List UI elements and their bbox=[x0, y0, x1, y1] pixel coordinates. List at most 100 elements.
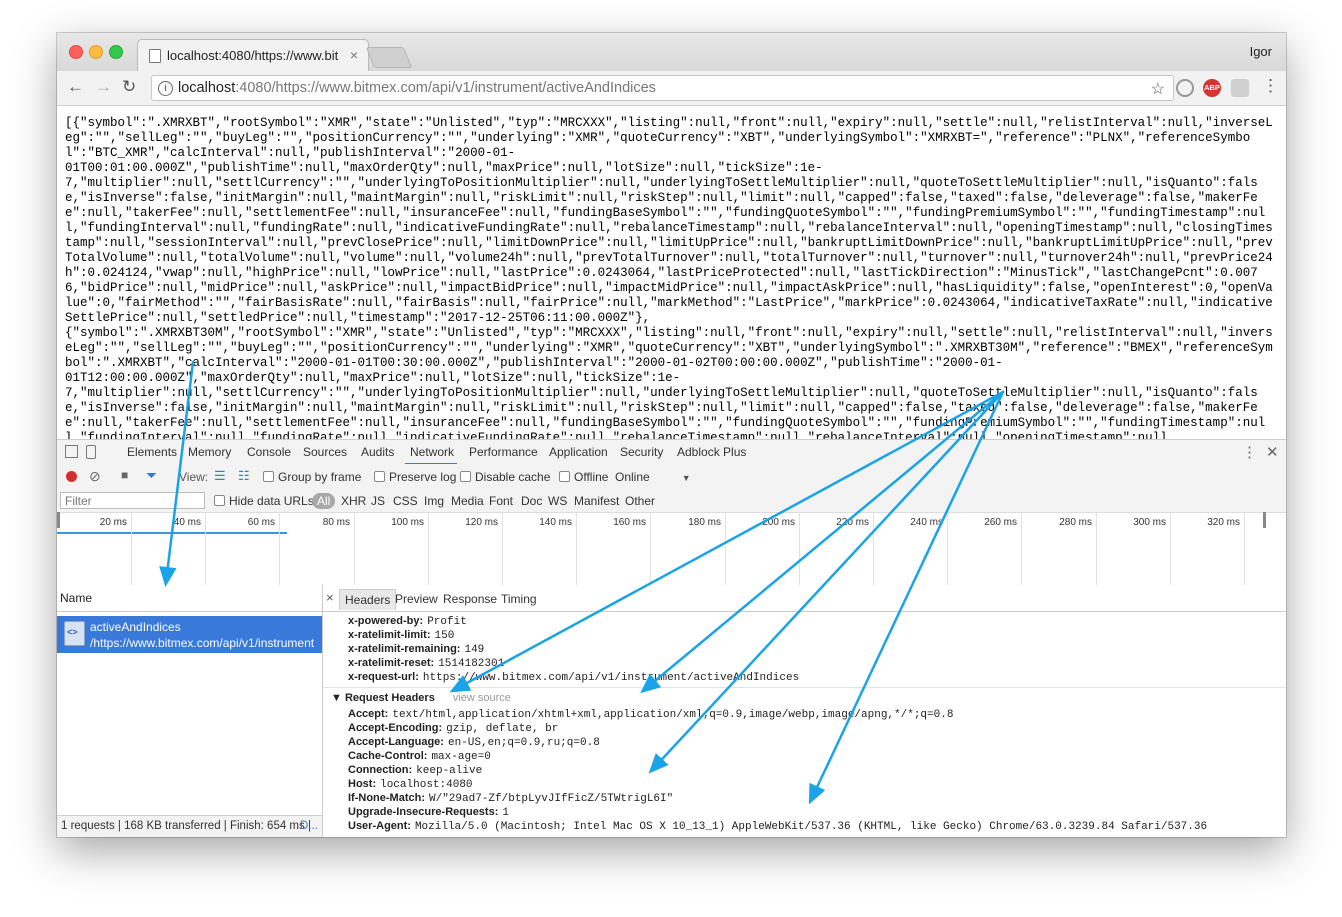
timeline-tick-label: 200 ms bbox=[762, 517, 795, 528]
tab-application[interactable]: Application bbox=[549, 445, 608, 459]
tab-title: localhost:4080/https://www.bit bbox=[167, 48, 339, 63]
filter-font[interactable]: Font bbox=[489, 494, 513, 508]
filter-other[interactable]: Other bbox=[625, 494, 655, 508]
zoom-window-button[interactable] bbox=[109, 45, 123, 59]
preserve-log-label: Preserve log bbox=[389, 470, 457, 484]
page-icon bbox=[149, 49, 161, 63]
timeline-gridline bbox=[873, 512, 874, 585]
devtools-close-icon[interactable]: ✕ bbox=[1266, 443, 1279, 461]
disable-cache-label: Disable cache bbox=[475, 470, 551, 484]
filter-placeholder: Filter bbox=[65, 494, 92, 508]
network-summary-text: 1 requests | 168 KB transferred | Finish… bbox=[61, 820, 311, 832]
new-tab-button[interactable] bbox=[365, 47, 413, 68]
tab-headers[interactable]: Headers bbox=[339, 589, 397, 610]
filter-ws[interactable]: WS bbox=[548, 494, 567, 508]
tab-performance[interactable]: Performance bbox=[469, 445, 538, 459]
tab-security[interactable]: Security bbox=[620, 445, 663, 459]
detail-tab-bar: × Headers Preview Response Timing bbox=[323, 585, 1286, 612]
request-headers-section-title[interactable]: ▼ Request Headers view source bbox=[331, 692, 511, 704]
browser-tab[interactable]: localhost:4080/https://www.bit × bbox=[137, 39, 369, 71]
inspect-element-icon[interactable] bbox=[65, 445, 78, 458]
waterfall-icon[interactable]: ☷ bbox=[238, 468, 250, 484]
browser-menu-icon[interactable]: ⋮ bbox=[1262, 76, 1279, 96]
network-summary-bar: 1 requests | 168 KB transferred | Finish… bbox=[57, 815, 322, 837]
header-line: Accept-Language: en-US,en;q=0.9,ru;q=0.8 bbox=[348, 736, 600, 749]
hide-data-urls-checkbox[interactable]: Hide data URLs bbox=[214, 494, 314, 508]
devtools-menu-icon[interactable]: ⋮ bbox=[1242, 443, 1257, 461]
network-overview-timeline[interactable]: 20 ms 40 ms 60 ms 80 ms 100 ms 120 ms 140 ms 16… bbox=[57, 512, 1286, 586]
bookmark-star-icon[interactable]: ☆ bbox=[1151, 79, 1165, 99]
preserve-log-checkbox[interactable]: Preserve log bbox=[374, 470, 456, 484]
devtools-panel: Elements Memory Console Sources Audits N… bbox=[57, 439, 1286, 837]
screenshot-camera-icon[interactable]: ■ bbox=[121, 468, 128, 482]
timeline-tick-label: 220 ms bbox=[836, 517, 869, 528]
large-rows-icon[interactable]: ☰ bbox=[214, 468, 226, 484]
timeline-gridline bbox=[1244, 512, 1245, 585]
timeline-tick-label: 260 ms bbox=[984, 517, 1017, 528]
header-line: x-powered-by: Profit bbox=[348, 615, 467, 628]
profile-name[interactable]: Igor bbox=[1250, 44, 1272, 59]
header-line: Connection: keep-alive bbox=[348, 764, 483, 777]
filter-bar: Filter Hide data URLs All XHR JS CSS Img… bbox=[57, 490, 1286, 513]
view-source-link[interactable]: view source bbox=[453, 692, 511, 704]
header-line: User-Agent: Mozilla/5.0 (Macintosh; Intel… bbox=[348, 820, 1208, 833]
filter-all[interactable]: All bbox=[312, 493, 336, 509]
filter-js[interactable]: JS bbox=[371, 494, 385, 508]
filter-xhr[interactable]: XHR bbox=[341, 494, 366, 508]
timeline-gridline bbox=[725, 512, 726, 585]
name-header-label: Name bbox=[60, 591, 93, 605]
tab-response[interactable]: Response bbox=[443, 592, 497, 606]
disable-cache-checkbox[interactable]: Disable cache bbox=[460, 470, 550, 484]
tab-adblock-plus[interactable]: Adblock Plus bbox=[677, 445, 746, 459]
tab-audits[interactable]: Audits bbox=[361, 445, 394, 459]
request-row[interactable]: <> activeAndIndices /https://www.bitmex.… bbox=[57, 616, 322, 653]
request-path: /https://www.bitmex.com/api/v1/instrumen… bbox=[90, 636, 315, 650]
reload-icon[interactable]: ↻ bbox=[122, 77, 136, 97]
offline-checkbox[interactable]: Offline bbox=[559, 470, 608, 484]
timeline-tick-label: 300 ms bbox=[1133, 517, 1166, 528]
overview-right-handle[interactable] bbox=[1263, 512, 1266, 528]
address-bar[interactable]: i localhost:4080/https://www.bitmex.com/… bbox=[151, 75, 1174, 101]
filter-funnel-icon[interactable]: ⏷ bbox=[146, 467, 157, 484]
throttling-select[interactable]: Online ▼ bbox=[615, 470, 691, 484]
filter-img[interactable]: Img bbox=[424, 494, 444, 508]
clear-icon[interactable]: ⊘ bbox=[89, 468, 101, 485]
request-list: Name <> activeAndIndices /https://www.bi… bbox=[57, 585, 323, 837]
filter-doc[interactable]: Doc bbox=[521, 494, 542, 508]
url-host: localhost bbox=[178, 80, 236, 96]
adblock-plus-icon[interactable]: ABP bbox=[1203, 79, 1221, 97]
extension-icon[interactable] bbox=[1231, 79, 1249, 97]
dom-content-loaded-link[interactable]: D... bbox=[300, 820, 318, 832]
name-column-header[interactable]: Name bbox=[57, 585, 322, 612]
globe-extension-icon[interactable] bbox=[1176, 79, 1194, 97]
filter-media[interactable]: Media bbox=[451, 494, 484, 508]
overview-request-bar bbox=[57, 532, 287, 534]
request-detail-pane: × Headers Preview Response Timing x-powe… bbox=[323, 585, 1286, 837]
timeline-tick-label: 80 ms bbox=[322, 517, 350, 528]
record-icon[interactable] bbox=[66, 471, 77, 482]
tab-sources[interactable]: Sources bbox=[303, 445, 347, 459]
tab-elements[interactable]: Elements bbox=[127, 445, 177, 459]
device-toolbar-icon[interactable] bbox=[86, 445, 96, 459]
header-line: Cache-Control: max-age=0 bbox=[348, 750, 491, 763]
filter-input[interactable]: Filter bbox=[60, 492, 205, 509]
forward-icon[interactable]: → bbox=[95, 77, 112, 97]
header-line: x-ratelimit-remaining: 149 bbox=[348, 643, 485, 656]
back-icon[interactable]: ← bbox=[67, 77, 84, 97]
overview-left-handle[interactable] bbox=[57, 512, 60, 528]
tab-timing[interactable]: Timing bbox=[501, 592, 537, 606]
tab-network[interactable]: Network bbox=[410, 445, 454, 459]
close-window-button[interactable] bbox=[69, 45, 83, 59]
filter-css[interactable]: CSS bbox=[393, 494, 418, 508]
minimize-window-button[interactable] bbox=[89, 45, 103, 59]
header-line: Accept: text/html,application/xhtml+xml,a… bbox=[348, 708, 954, 721]
info-icon[interactable]: i bbox=[158, 81, 173, 96]
tab-memory[interactable]: Memory bbox=[188, 445, 231, 459]
tab-preview[interactable]: Preview bbox=[395, 592, 438, 606]
filter-manifest[interactable]: Manifest bbox=[574, 494, 619, 508]
timeline-gridline bbox=[799, 512, 800, 585]
detail-close-icon[interactable]: × bbox=[326, 590, 334, 605]
tab-close-icon[interactable]: × bbox=[350, 47, 358, 63]
group-by-frame-checkbox[interactable]: Group by frame bbox=[263, 470, 361, 484]
tab-console[interactable]: Console bbox=[247, 445, 291, 459]
